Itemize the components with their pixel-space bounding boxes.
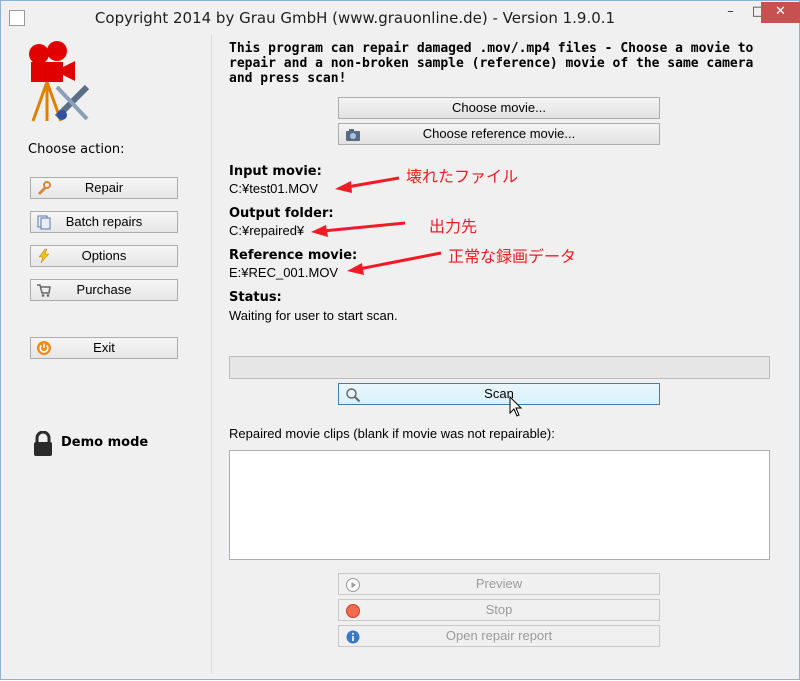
info-icon (346, 630, 360, 644)
purchase-button[interactable]: Purchase (30, 279, 178, 301)
demo-mode-label: Demo mode (61, 435, 149, 450)
annotation-output-destination: 出力先 (429, 217, 478, 236)
status-value: Waiting for user to start scan. (229, 308, 398, 323)
input-movie-label: Input movie: (229, 164, 322, 179)
title-bar[interactable]: Copyright 2014 by Grau GmbH (www.grauonl… (1, 1, 800, 35)
close-button[interactable]: ✕ (761, 2, 800, 23)
purchase-button-label: Purchase (76, 282, 132, 297)
camera-icon (346, 129, 360, 141)
options-button[interactable]: Options (30, 245, 178, 267)
annotation-normal-recording: 正常な録画データ (448, 247, 577, 266)
choose-movie-button[interactable]: Choose movie... (338, 97, 660, 119)
open-repair-report-button[interactable]: Open repair report (338, 625, 660, 647)
preview-button-label: Preview (475, 576, 523, 591)
mouse-cursor-icon (509, 396, 523, 417)
annotation-broken-file: 壊れたファイル (406, 167, 519, 186)
stop-icon (346, 604, 360, 618)
open-repair-report-label: Open repair report (445, 628, 553, 643)
lock-icon (34, 431, 52, 456)
choose-reference-movie-button[interactable]: Choose reference movie... (338, 123, 660, 145)
app-window: Copyright 2014 by Grau GmbH (www.grauonl… (0, 0, 800, 680)
output-folder-value: C:¥repaired¥ (229, 223, 305, 238)
repaired-clips-list[interactable] (229, 450, 770, 560)
wrench-icon (38, 181, 51, 195)
stop-button-label: Stop (485, 602, 513, 617)
choose-action-label: Choose action: (28, 142, 125, 157)
pages-icon (37, 215, 51, 230)
scan-progress-bar (229, 356, 770, 379)
output-folder-label: Output folder: (229, 206, 334, 221)
lightning-icon (38, 248, 50, 264)
intro-text: This program can repair damaged .mov/.mp… (229, 41, 754, 86)
reference-movie-label: Reference movie: (229, 248, 358, 263)
minimize-button[interactable]: – (717, 2, 744, 23)
main-panel: This program can repair damaged .mov/.mp… (212, 35, 791, 673)
window-title: Copyright 2014 by Grau GmbH (www.grauonl… (94, 9, 616, 27)
power-icon (37, 341, 51, 355)
reference-movie-value: E:¥REC_001.MOV (229, 265, 339, 280)
scan-button[interactable]: Scan (338, 383, 660, 405)
preview-button[interactable]: Preview (338, 573, 660, 595)
options-button-label: Options (81, 248, 127, 263)
play-icon (346, 578, 360, 592)
camera-repair-logo-icon (29, 41, 90, 122)
repair-button-label: Repair (84, 180, 124, 195)
batch-repairs-button-label: Batch repairs (65, 214, 143, 229)
status-label: Status: (229, 290, 282, 305)
exit-button[interactable]: Exit (30, 337, 178, 359)
choose-reference-movie-label: Choose reference movie... (422, 126, 576, 141)
batch-repairs-button[interactable]: Batch repairs (30, 211, 178, 233)
sidebar: Choose action: Repair Batch repairs Opti… (9, 35, 211, 673)
exit-button-label: Exit (93, 340, 115, 355)
choose-movie-label: Choose movie... (452, 100, 546, 115)
repaired-clips-label: Repaired movie clips (blank if movie was… (229, 426, 555, 441)
main-content: Choose action: Repair Batch repairs Opti… (9, 35, 791, 673)
stop-button[interactable]: Stop (338, 599, 660, 621)
cart-icon (37, 284, 51, 297)
repair-button[interactable]: Repair (30, 177, 178, 199)
input-movie-value: C:¥test01.MOV (229, 181, 318, 196)
magnifier-icon (346, 388, 361, 403)
